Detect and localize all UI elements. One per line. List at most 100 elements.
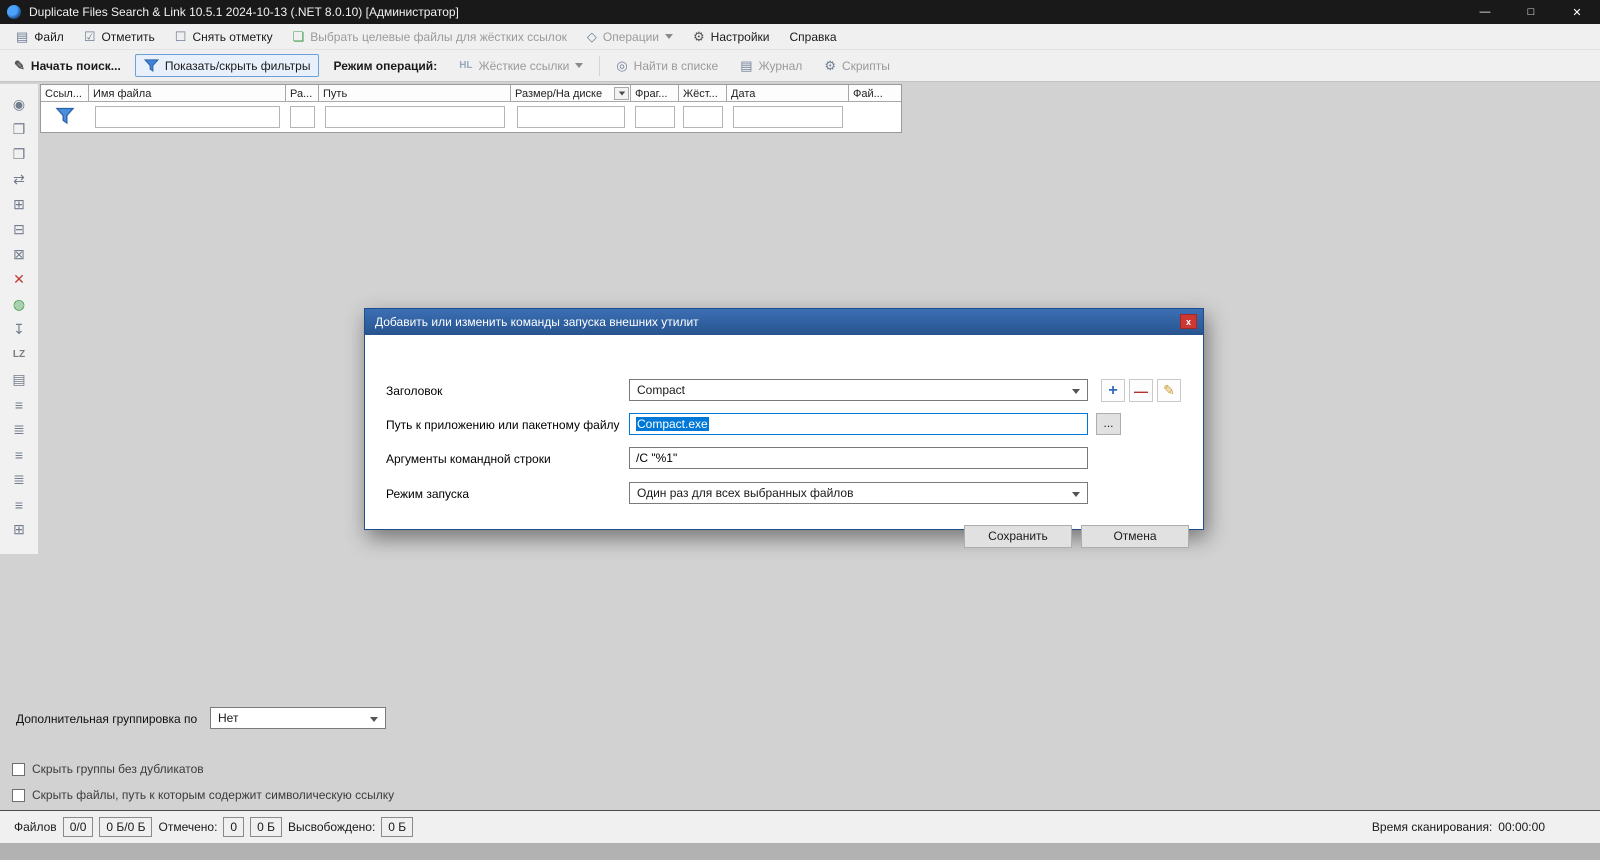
menu-help[interactable]: Справка — [782, 27, 845, 47]
size-sort-dropdown[interactable] — [614, 87, 629, 100]
target-files-icon: ❏ — [292, 29, 305, 44]
cancel-button[interactable]: Отмена — [1081, 525, 1189, 548]
table-header-row: Ссыл... Имя файла Ра... Путь Размер/На д… — [41, 85, 901, 102]
titlebar: Duplicate Files Search & Link 10.5.1 202… — [0, 0, 1600, 24]
marked-size: 0 Б — [250, 817, 282, 837]
args-field-label: Аргументы командной строки — [386, 452, 551, 466]
delete-icon[interactable]: ✕ — [7, 269, 31, 290]
settings-icon: ⚙ — [693, 29, 705, 44]
hide-groups-label: Скрыть группы без дубликатов — [32, 762, 204, 776]
scripts-button[interactable]: ⚙ Скрипты — [816, 56, 898, 76]
filter-extension-input[interactable] — [290, 106, 315, 128]
menu-select-target-files[interactable]: ❏ Выбрать целевые файлы для жёстких ссыл… — [285, 27, 575, 47]
hardlink-3-icon[interactable]: ≡ — [7, 444, 31, 465]
close-button[interactable]: ✕ — [1554, 0, 1600, 24]
hardlink-6-icon[interactable]: ⊞ — [7, 519, 31, 540]
hide-groups-checkbox[interactable] — [12, 762, 25, 776]
filter-date-input[interactable] — [733, 106, 843, 128]
extra-grouping-value: Нет — [218, 711, 239, 725]
menu-select-target-files-label: Выбрать целевые файлы для жёстких ссылок — [310, 29, 567, 44]
unmark-icon: ☐ — [174, 29, 187, 44]
dialog-titlebar: Добавить или изменить команды запуска вн… — [365, 309, 1203, 335]
app-icon — [7, 5, 21, 19]
dialog-close-button[interactable]: x — [1180, 314, 1197, 329]
path-input[interactable]: Compact.exe — [629, 413, 1088, 435]
filter-fragments-input[interactable] — [635, 106, 675, 128]
files-count: 0/0 — [62, 817, 94, 837]
mode-field-label: Режим запуска — [386, 487, 470, 501]
hardlink-1-icon[interactable]: ≡ — [7, 394, 31, 415]
extra-grouping-label: Дополнительная группировка по — [16, 712, 198, 726]
title-select[interactable]: Compact — [629, 379, 1088, 401]
filter-path-input[interactable] — [325, 106, 505, 128]
chevron-down-icon — [370, 717, 378, 722]
column-hardlinks[interactable]: Жёст... — [679, 85, 727, 102]
edit-command-button[interactable]: ✎ — [1157, 379, 1181, 402]
column-fileattr[interactable]: Фай... — [849, 85, 901, 102]
filter-funnel-cell — [41, 102, 89, 132]
run-mode-select[interactable]: Один раз для всех выбранных файлов — [629, 482, 1088, 504]
dialog-title: Добавить или изменить команды запуска вн… — [375, 315, 699, 329]
export-icon[interactable]: ↧ — [7, 319, 31, 340]
network-icon[interactable]: ◍ — [7, 294, 31, 315]
hardlink-4-icon[interactable]: ≣ — [7, 469, 31, 490]
filter-size-input[interactable] — [517, 106, 625, 128]
menu-mark[interactable]: ☑ Отметить — [76, 27, 163, 47]
find-in-list-button[interactable]: ◎ Найти в списке — [608, 56, 726, 76]
preview-icon[interactable]: ◉ — [7, 94, 31, 115]
menu-file[interactable]: ▤ Файл — [8, 27, 72, 47]
window-controls: — □ ✕ — [1462, 0, 1600, 24]
filter-row — [41, 102, 901, 132]
group-link-icon[interactable]: ⊞ — [7, 194, 31, 215]
group-unlink-icon[interactable]: ⊟ — [7, 219, 31, 240]
hard-links-dropdown[interactable]: HL Жёсткие ссылки — [451, 56, 591, 76]
toggle-filters-button[interactable]: Показать/скрыть фильтры — [134, 54, 320, 77]
folder-icon[interactable]: ▤ — [7, 369, 31, 390]
run-mode-value: Один раз для всех выбранных файлов — [637, 486, 854, 500]
hardlink-5-icon[interactable]: ≡ — [7, 494, 31, 515]
group-clear-icon[interactable]: ⊠ — [7, 244, 31, 265]
column-path[interactable]: Путь — [319, 85, 511, 102]
menu-settings[interactable]: ⚙ Настройки — [685, 27, 778, 47]
menu-operations[interactable]: ◇ Операции — [579, 27, 681, 47]
minimize-button[interactable]: — — [1462, 0, 1508, 24]
chevron-down-icon — [1072, 389, 1080, 394]
mark-icon: ☑ — [83, 29, 96, 44]
hardlink-2-icon[interactable]: ≣ — [7, 419, 31, 440]
add-command-button[interactable]: + — [1101, 379, 1125, 402]
window-bottom-edge — [0, 843, 1600, 860]
extra-grouping-select[interactable]: Нет — [210, 707, 386, 729]
column-fragments[interactable]: Фраг... — [631, 85, 679, 102]
column-filename[interactable]: Имя файла — [89, 85, 286, 102]
scripts-label: Скрипты — [841, 58, 890, 73]
save-button[interactable]: Сохранить — [964, 525, 1072, 548]
journal-button[interactable]: ▤ Журнал — [732, 56, 810, 76]
paste-icon[interactable]: ❐ — [7, 144, 31, 165]
journal-icon: ▤ — [740, 58, 753, 73]
find-in-list-label: Найти в списке — [633, 58, 719, 73]
hide-symlink-checkbox[interactable] — [12, 788, 25, 802]
window-title: Duplicate Files Search & Link 10.5.1 202… — [29, 5, 459, 19]
swap-icon[interactable]: ⇄ — [7, 169, 31, 190]
start-search-button[interactable]: ✎ Начать поиск... — [6, 56, 129, 76]
menu-unmark[interactable]: ☐ Снять отметку — [167, 27, 281, 47]
statusbar: Файлов 0/0 0 Б/0 Б Отмечено: 0 0 Б Высво… — [0, 810, 1600, 843]
column-links[interactable]: Ссыл... — [41, 85, 89, 102]
copy-icon[interactable]: ❐ — [7, 119, 31, 140]
hide-symlink-checkbox-row: Скрыть файлы, путь к которым содержит си… — [12, 788, 394, 802]
start-search-icon: ✎ — [14, 58, 25, 73]
chevron-down-icon — [575, 63, 584, 68]
browse-button[interactable]: ... — [1096, 413, 1121, 435]
column-date[interactable]: Дата — [727, 85, 849, 102]
menu-operations-label: Операции — [602, 29, 660, 44]
marked-count: 0 — [223, 817, 245, 837]
column-size[interactable]: Размер/На диске — [511, 85, 631, 102]
maximize-button[interactable]: □ — [1508, 0, 1554, 24]
filter-filename-input[interactable] — [95, 106, 280, 128]
args-input[interactable] — [629, 447, 1088, 469]
remove-command-button[interactable]: — — [1129, 379, 1153, 402]
menu-settings-label: Настройки — [710, 29, 770, 44]
column-extension[interactable]: Ра... — [286, 85, 319, 102]
filter-hardlinks-input[interactable] — [683, 106, 723, 128]
lz-compress-icon[interactable]: LZ — [7, 344, 31, 365]
